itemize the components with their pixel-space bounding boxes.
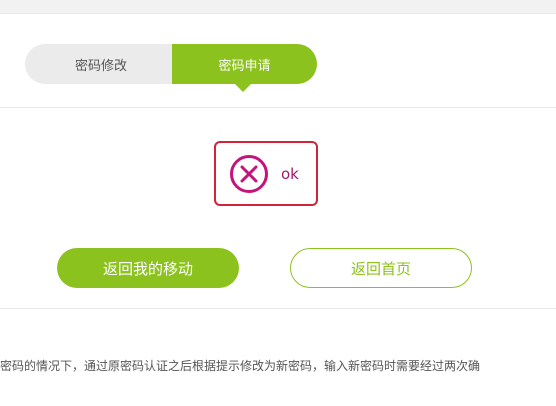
tabs-divider: [0, 107, 556, 108]
tab-password-apply-label: 密码申请: [218, 58, 271, 74]
tab-password-modify[interactable]: 密码修改: [25, 44, 185, 84]
tab-password-apply[interactable]: 密码申请: [172, 44, 317, 84]
password-tabs: 密码修改 密码申请: [25, 44, 317, 92]
back-home-button[interactable]: 返回首页: [290, 248, 472, 288]
back-my-mobile-button[interactable]: 返回我的移动: [57, 248, 239, 288]
header-divider: [0, 13, 556, 14]
active-tab-pointer: [235, 84, 251, 92]
error-x-icon: [229, 154, 269, 194]
tab-password-modify-label: 密码修改: [74, 58, 127, 74]
buttons-divider: [0, 308, 556, 309]
result-message-box: ok: [214, 141, 318, 206]
top-strip: [0, 0, 556, 13]
result-message-text: ok: [281, 164, 299, 183]
description-text: 密码的情况下，通过原密码认证之后根据提示修改为新密码，输入新密码时需要经过两次确: [0, 359, 481, 373]
